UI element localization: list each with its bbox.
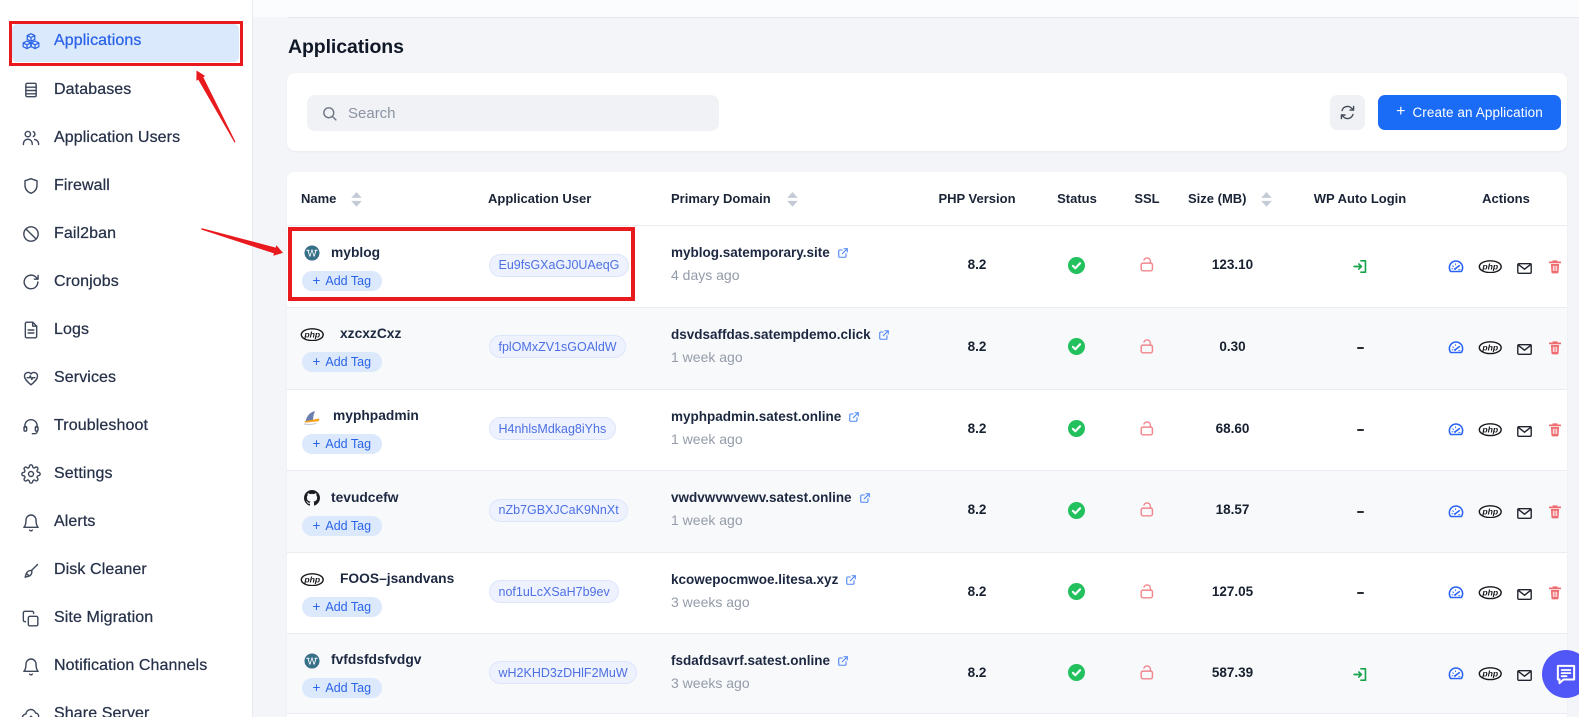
svg-text:php: php xyxy=(1481,425,1498,435)
svg-text:php: php xyxy=(303,574,320,584)
svg-text:php: php xyxy=(1481,506,1498,516)
svg-text:php: php xyxy=(1481,588,1498,598)
svg-text:php: php xyxy=(1481,261,1498,271)
svg-text:php: php xyxy=(1481,343,1498,353)
svg-text:W: W xyxy=(307,656,317,667)
svg-text:php: php xyxy=(303,329,320,339)
svg-text:php: php xyxy=(1481,669,1498,679)
